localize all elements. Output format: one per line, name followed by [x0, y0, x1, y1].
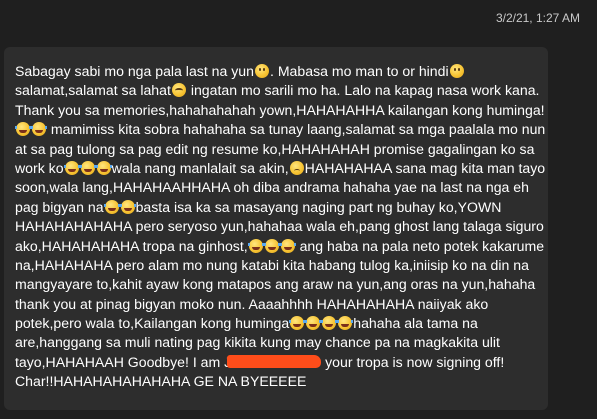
face-with-tears-of-joy-emoji-icon — [305, 316, 322, 331]
message-line: pag bigyan na basta isa ka sa masayang na… — [15, 198, 555, 217]
message-line: mamimiss kita sobra hahahaha sa tunay la… — [15, 120, 555, 139]
pensive-face-emoji-icon — [289, 160, 304, 175]
message-line: thank you at pinag bigyan moko nun. Aaaa… — [15, 295, 555, 314]
message-line: Thank you sa memories,hahahahahah yown,H… — [15, 101, 555, 120]
message-text-segment: your tropa is now signing off! — [321, 353, 505, 370]
face-with-tears-of-joy-emoji-icon — [79, 160, 96, 175]
message-text-segment: are,hanggang sa muli nating pag kikita k… — [15, 334, 500, 351]
message-text-segment: Thank you sa memories,hahahahahah yown,H… — [15, 101, 545, 118]
face-with-tears-of-joy-emoji-icon — [103, 199, 120, 214]
message-text-segment: Sabagay sabi mo nga pala last na yun — [15, 63, 254, 79]
message-line: salamat,salamat sa lahat ingatan mo sari… — [15, 81, 555, 100]
message-timestamp: 3/2/21, 1:27 AM — [495, 11, 580, 25]
message-text-segment: na,HAHAHAHA pero alam mo nung katabi kit… — [15, 256, 529, 273]
message-line: are,hanggang sa muli nating pag kikita k… — [15, 333, 555, 352]
message-line: soon,wala lang,HAHAHAAHHAHA oh diba andr… — [15, 178, 555, 197]
smiling-face-with-smiling-eyes-emoji-icon — [171, 83, 186, 98]
face-with-tears-of-joy-emoji-icon — [95, 160, 112, 175]
message-text-segment: mamimiss kita sobra hahahaha sa tunay la… — [47, 121, 546, 138]
face-with-tears-of-joy-emoji-icon — [15, 122, 31, 137]
face-with-tears-of-joy-emoji-icon — [263, 238, 280, 253]
message-text-segment: ako,HAHAHAHAHA tropa na ginhost, — [15, 237, 248, 254]
face-with-tears-of-joy-emoji-icon — [119, 199, 136, 214]
face-with-tears-of-joy-emoji-icon — [337, 316, 354, 331]
message-text: Sabagay sabi mo nga pala last na yun . Ma… — [15, 62, 555, 392]
message-line: potek,pero wala to,Kailangan kong huming… — [15, 314, 555, 333]
message-text-segment: mangyayare to,kahit ayaw kong matapos an… — [15, 276, 536, 293]
slightly-smiling-face-emoji-icon — [254, 64, 269, 78]
message-text-segment: hahaha ala tama na — [353, 315, 478, 332]
message-text-segment: Char!!HAHAHAHAHAHAHA GE NA BYEEEEE — [15, 373, 307, 390]
message-text-segment: ang haba na pala neto potek kakarume — [295, 237, 545, 254]
message-text-segment: HAHAHAHAA sana mag kita man tayo — [304, 159, 546, 176]
message-line: Char!!HAHAHAHAHAHAHA GE NA BYEEEEE — [15, 372, 555, 391]
message-line: ako,HAHAHAHAHA tropa na ginhost, ang hab… — [15, 237, 555, 256]
message-text-segment: tayo,HAHAHAAH Goodbye! I am J — [15, 353, 232, 370]
message-line: work ko wala nang manlalait sa akin, HAHAH… — [15, 159, 555, 178]
message-text-segment: salamat,salamat sa lahat — [15, 82, 171, 99]
message-line: HAHAHAHAHAHA pero seryoso yun,hahahaa wa… — [15, 217, 555, 236]
message-text-segment: ingatan mo sarili mo ha. Lalo na kapag n… — [186, 82, 540, 99]
face-with-tears-of-joy-emoji-icon — [247, 238, 264, 253]
message-text-segment: basta isa ka sa masayang naging part ng … — [135, 198, 502, 215]
message-text-segment: wala nang manlalait sa akin, — [111, 159, 289, 176]
redaction-scribble — [227, 354, 322, 368]
face-with-tears-of-joy-emoji-icon — [31, 122, 47, 137]
message-text-segment: work ko — [15, 159, 64, 176]
message-line: Sabagay sabi mo nga pala last na yun . Ma… — [15, 62, 555, 81]
face-with-tears-of-joy-emoji-icon — [321, 316, 338, 331]
face-with-tears-of-joy-emoji-icon — [289, 316, 306, 331]
message-text-segment: thank you at pinag bigyan moko nun. Aaaa… — [15, 295, 489, 312]
message-line: tayo,HAHAHAAH Goodbye! I am J your tropa… — [15, 353, 555, 372]
message-text-segment: . Mabasa mo man to or hindi — [269, 63, 449, 79]
face-with-tears-of-joy-emoji-icon — [279, 238, 296, 253]
slightly-smiling-face-emoji-icon — [449, 64, 464, 78]
message-line: at sa pag tulong sa pag edit ng resume k… — [15, 140, 555, 159]
message-text-segment: at sa pag tulong sa pag edit ng resume k… — [15, 140, 535, 157]
message-line: mangyayare to,kahit ayaw kong matapos an… — [15, 275, 555, 294]
message-line: na,HAHAHAHA pero alam mo nung katabi kit… — [15, 256, 555, 275]
message-text-segment: soon,wala lang,HAHAHAAHHAHA oh diba andr… — [15, 179, 529, 196]
message-text-segment: HAHAHAHAHAHA pero seryoso yun,hahahaa wa… — [15, 218, 544, 235]
message-text-segment: potek,pero wala to,Kailangan kong huming… — [15, 315, 290, 332]
face-with-tears-of-joy-emoji-icon — [63, 160, 80, 175]
message-text-segment: pag bigyan na — [15, 198, 104, 215]
